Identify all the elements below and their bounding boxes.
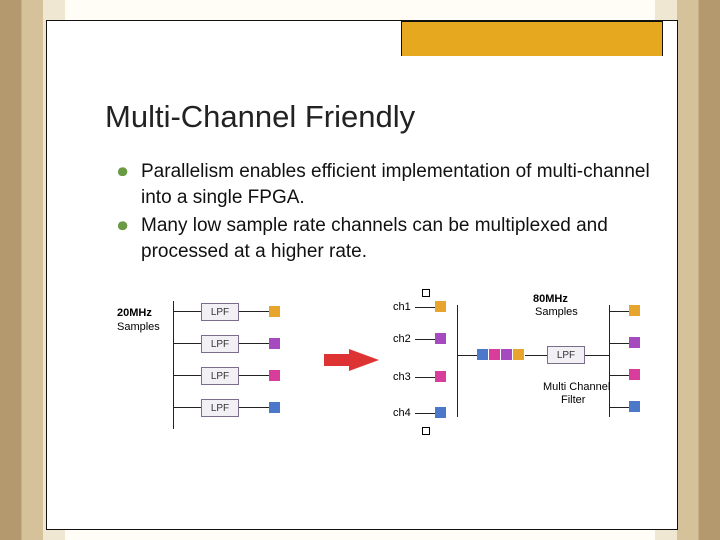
wire [585,355,609,356]
left-bus-line [173,301,174,429]
selection-handle-icon [422,427,430,435]
wire [239,343,269,344]
slide-body: Parallelism enables efficient implementa… [117,159,677,267]
wire [173,407,201,408]
left-samples-label: Samples [117,321,160,333]
lpf-box: LPF [201,367,239,385]
ch-label: ch3 [393,371,411,383]
lpf-box: LPF [201,335,239,353]
slide-card: Multi-Channel Friendly Parallelism enabl… [46,20,678,530]
demux-bus-line [609,305,610,417]
diagram: 20MHz Samples LPF LPF LPF LPF ch1 ch2 ch… [117,291,677,481]
slide-title: Multi-Channel Friendly [105,99,415,135]
wire [525,355,547,356]
sample-box [269,338,280,349]
wire [609,407,629,408]
mux-bus-line [457,305,458,417]
wire [239,407,269,408]
wire [415,307,435,308]
bullet-item: Parallelism enables efficient implementa… [117,159,677,211]
lpf-box: LPF [201,303,239,321]
bullet-text: Parallelism enables efficient implementa… [141,161,650,208]
sample-box [629,401,640,412]
wire [457,355,477,356]
wire [239,375,269,376]
sample-box [269,402,280,413]
sample-box [269,306,280,317]
sample-box [269,370,280,381]
right-samples-label: Samples [535,306,578,318]
bullet-item: Many low sample rate channels can be mul… [117,213,677,265]
sample-box [513,349,524,360]
arrow-icon [349,349,379,371]
sample-box [629,305,640,316]
wire [609,311,629,312]
sample-box [477,349,488,360]
wire [415,413,435,414]
wire [239,311,269,312]
sample-box [629,369,640,380]
left-rate-label: 20MHz [117,307,152,319]
sample-box [435,407,446,418]
wire [173,311,201,312]
wire [609,375,629,376]
sample-box [501,349,512,360]
wire [173,343,201,344]
accent-tab [401,21,663,56]
right-rate-label: 80MHz [533,293,568,305]
ch-label: ch4 [393,407,411,419]
multi-channel-label-1: Multi Channel [543,381,610,393]
wire [415,339,435,340]
lpf-box: LPF [547,346,585,364]
ch-label: ch2 [393,333,411,345]
selection-handle-icon [422,289,430,297]
sample-box [435,371,446,382]
bullet-text: Many low sample rate channels can be mul… [141,215,608,262]
lpf-box: LPF [201,399,239,417]
wire [415,377,435,378]
ch-label: ch1 [393,301,411,313]
wire [173,375,201,376]
sample-box [435,333,446,344]
sample-box [629,337,640,348]
multi-channel-label-2: Filter [561,394,585,406]
sample-box [435,301,446,312]
wire [609,343,629,344]
sample-box [489,349,500,360]
